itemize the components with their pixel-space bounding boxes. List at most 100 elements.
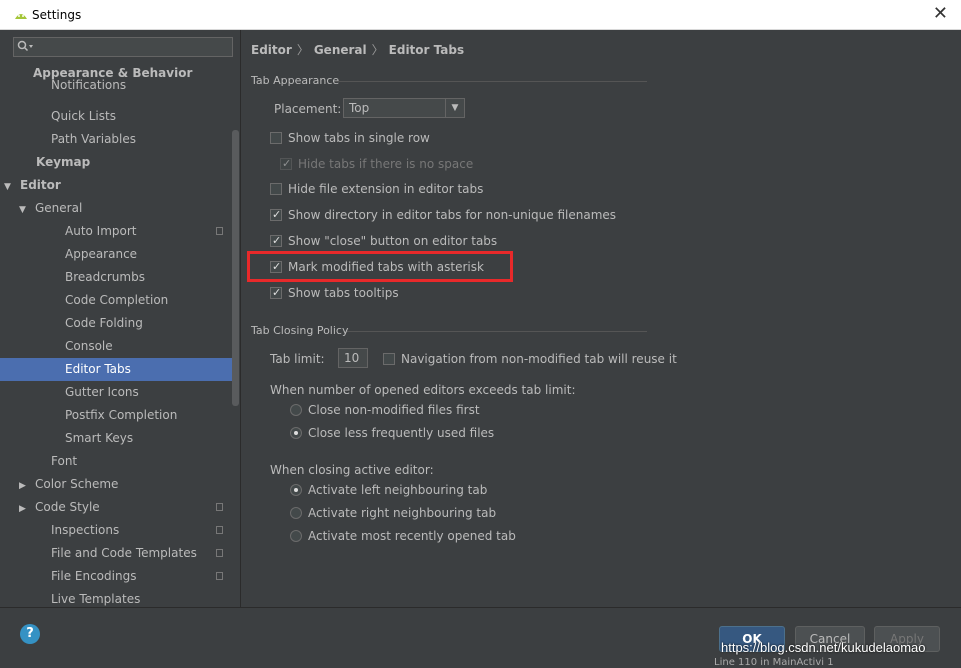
radio-selected-icon <box>290 427 302 439</box>
sidebar-item-notifications[interactable]: Notifications <box>0 77 235 93</box>
tab-limit-input[interactable]: 10 <box>338 348 368 368</box>
breadcrumb-editor-tabs: Editor Tabs <box>389 43 464 57</box>
project-scope-icon <box>216 227 223 235</box>
checkbox-checked-icon <box>280 158 292 170</box>
expand-arrow-icon[interactable]: ▼ <box>4 176 16 199</box>
sidebar-item-label: Postfix Completion <box>65 408 177 422</box>
option-label: Show directory in editor tabs for non-un… <box>288 208 616 222</box>
tab-limit-label: Tab limit: <box>270 351 325 367</box>
tab-appearance-title: Tab Appearance <box>251 74 339 87</box>
sidebar-item-code-style[interactable]: ▶ Code Style <box>0 496 235 519</box>
sidebar-item-label: Console <box>65 339 113 353</box>
expand-arrow-icon[interactable]: ▼ <box>19 199 31 222</box>
close-icon[interactable]: ✕ <box>933 4 948 24</box>
checkbox-checked-icon <box>270 287 282 299</box>
search-input[interactable] <box>13 37 233 57</box>
radio-label: Close non-modified files first <box>308 403 480 417</box>
sidebar-item-label: Font <box>51 454 77 468</box>
help-icon[interactable]: ? <box>20 624 40 644</box>
sidebar-item-path-variables[interactable]: Path Variables <box>0 128 235 151</box>
sidebar-item-smart-keys[interactable]: Smart Keys <box>0 427 235 450</box>
android-icon <box>13 9 29 21</box>
sidebar-item-editor[interactable]: ▼ Editor <box>0 174 235 197</box>
sidebar-item-label: File Encodings <box>51 569 136 583</box>
sidebar-item-label: Code Completion <box>65 293 168 307</box>
radio-label: Activate left neighbouring tab <box>308 483 487 497</box>
sidebar-item-file-and-code-templates[interactable]: File and Code Templates <box>0 542 235 565</box>
sidebar-item-color-scheme[interactable]: ▶Color Scheme <box>0 473 235 496</box>
divider <box>335 81 647 82</box>
chevron-down-icon: ▼ <box>445 99 464 117</box>
collapse-arrow-icon[interactable]: ▶ <box>19 498 31 521</box>
radio-option[interactable]: Activate right neighbouring tab <box>290 505 496 521</box>
checkbox-checked-icon <box>270 209 282 221</box>
settings-sidebar: Appearance & BehaviorNotificationsQuick … <box>0 30 241 607</box>
sidebar-item-keymap[interactable]: Keymap <box>0 151 235 174</box>
radio-label: Activate right neighbouring tab <box>308 506 496 520</box>
sidebar-item-quick-lists[interactable]: Quick Lists <box>0 105 235 128</box>
sidebar-item-inspections[interactable]: Inspections <box>0 519 235 542</box>
title-bar: Settings ✕ <box>0 0 961 30</box>
sidebar-item-label: Smart Keys <box>65 431 133 445</box>
option-checkbox-3[interactable]: Show directory in editor tabs for non-un… <box>270 207 616 223</box>
radio-option[interactable]: Activate most recently opened tab <box>290 528 516 544</box>
sidebar-item-label: Notifications <box>51 78 126 92</box>
radio-label: Activate most recently opened tab <box>308 529 516 543</box>
radio-option[interactable]: Activate left neighbouring tab <box>290 482 487 498</box>
option-label: Show tabs tooltips <box>288 286 399 300</box>
option-checkbox-0[interactable]: Show tabs in single row <box>270 130 430 146</box>
nav-reuse-checkbox[interactable]: Navigation from non-modified tab will re… <box>383 351 677 367</box>
sidebar-item-general[interactable]: ▼General <box>0 197 235 220</box>
breadcrumb-separator: 〉 <box>297 43 309 57</box>
watermark: https://blog.csdn.net/kukudelaomao <box>721 640 926 655</box>
sidebar-item-gutter-icons[interactable]: Gutter Icons <box>0 381 235 404</box>
sidebar-item-auto-import[interactable]: Auto Import <box>0 220 235 243</box>
editor-tabs-panel: Editor 〉 General 〉 Editor Tabs Tab Appearanc… <box>242 30 961 607</box>
sidebar-item-font[interactable]: Font <box>0 450 235 473</box>
option-checkbox-2[interactable]: Hide file extension in editor tabs <box>270 181 483 197</box>
sidebar-item-postfix-completion[interactable]: Postfix Completion <box>0 404 235 427</box>
sidebar-item-label: Quick Lists <box>51 109 116 123</box>
sidebar-item-label: Auto Import <box>65 224 137 238</box>
nav-reuse-label: Navigation from non-modified tab will re… <box>401 352 677 366</box>
checkbox-icon <box>270 132 282 144</box>
radio-option[interactable]: Close non-modified files first <box>290 402 480 418</box>
sidebar-item-label: Path Variables <box>51 132 136 146</box>
sidebar-item-editor-tabs[interactable]: Editor Tabs <box>0 358 235 381</box>
sidebar-item-label: Editor <box>20 178 61 192</box>
checkbox-checked-icon <box>270 235 282 247</box>
sidebar-item-code-completion[interactable]: Code Completion <box>0 289 235 312</box>
option-checkbox-6[interactable]: Show tabs tooltips <box>270 285 399 301</box>
sidebar-item-file-encodings[interactable]: File Encodings <box>0 565 235 588</box>
breadcrumb-separator: 〉 <box>372 43 384 57</box>
background-status-text: Line 110 in MainActivi 1 <box>714 657 834 668</box>
tab-closing-title: Tab Closing Policy <box>251 324 348 337</box>
option-label: Hide tabs if there is no space <box>298 157 473 171</box>
sidebar-item-label: Keymap <box>36 155 90 169</box>
sidebar-item-label: Code Folding <box>65 316 143 330</box>
radio-option[interactable]: Close less frequently used files <box>290 425 494 441</box>
sidebar-item-console[interactable]: Console <box>0 335 235 358</box>
breadcrumb-editor: Editor <box>251 43 292 57</box>
option-checkbox-1: Hide tabs if there is no space <box>280 156 473 172</box>
sidebar-item-label: Gutter Icons <box>65 385 139 399</box>
checkbox-icon <box>383 353 395 365</box>
closing-label: When closing active editor: <box>270 462 434 478</box>
placement-label: Placement: <box>274 101 341 117</box>
divider <box>347 331 647 332</box>
sidebar-item-breadcrumbs[interactable]: Breadcrumbs <box>0 266 235 289</box>
option-label: Hide file extension in editor tabs <box>288 182 483 196</box>
option-checkbox-4[interactable]: Show "close" button on editor tabs <box>270 233 497 249</box>
option-label: Show "close" button on editor tabs <box>288 234 497 248</box>
sidebar-item-appearance[interactable]: Appearance <box>0 243 235 266</box>
sidebar-item-label: File and Code Templates <box>51 546 197 560</box>
breadcrumb-general: General <box>314 43 367 57</box>
sidebar-item-label: Appearance <box>65 247 137 261</box>
collapse-arrow-icon[interactable]: ▶ <box>19 475 31 498</box>
sidebar-item-label: Live Templates <box>51 592 140 606</box>
sidebar-item-code-folding[interactable]: Code Folding <box>0 312 235 335</box>
sidebar-scrollbar[interactable] <box>232 130 239 406</box>
placement-select[interactable]: Top ▼ <box>343 98 465 118</box>
sidebar-item-label: Code Style <box>35 500 100 514</box>
search-icon <box>17 40 35 54</box>
